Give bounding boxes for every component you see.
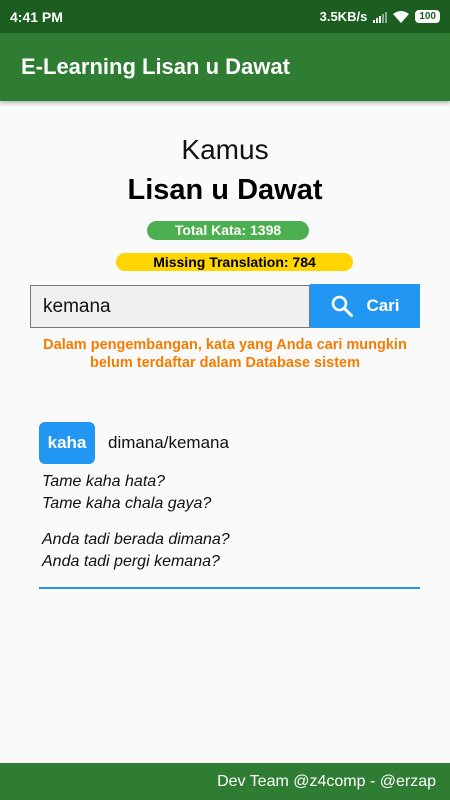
wifi-icon (393, 10, 410, 23)
signal-icon (373, 11, 388, 23)
status-indicators: 3.5KB/s 100 (320, 9, 440, 24)
search-input[interactable] (30, 285, 310, 328)
search-button-label: Cari (366, 296, 400, 315)
network-speed: 3.5KB/s (319, 9, 368, 24)
app-title: E-Learning Lisan u Dawat (21, 54, 290, 79)
battery-icon: 100 (415, 10, 440, 23)
translation-example: Anda tadi pergi kemana? (42, 553, 220, 570)
word-chip: kaha (39, 422, 95, 464)
app-bar: E-Learning Lisan u Dawat (0, 33, 450, 101)
translation-example: Anda tadi berada dimana? (42, 531, 230, 548)
footer-credits: Dev Team @z4comp - @erzap (217, 772, 436, 790)
source-example: Tame kaha hata? (42, 473, 166, 490)
status-bar: 4:41 PM 3.5KB/s 100 (0, 0, 450, 33)
word-meaning: dimana/kemana (108, 433, 229, 452)
total-words-badge: Total Kata: 1398 (147, 221, 309, 240)
development-notice: Dalam pengembangan, kata yang Anda cari … (43, 337, 407, 371)
footer: Dev Team @z4comp - @erzap (0, 763, 450, 800)
search-button[interactable]: Cari (310, 284, 420, 328)
search-icon (332, 295, 354, 317)
page-title: Lisan u Dawat (127, 174, 323, 206)
status-time: 4:41 PM (10, 8, 63, 25)
result-card[interactable]: kaha dimana/kemana Tame kaha hata? Tame … (39, 422, 420, 589)
translation-examples: Anda tadi berada dimana? Anda tadi pergi… (42, 529, 230, 573)
page-subtitle: Kamus (181, 134, 269, 165)
source-example: Tame kaha chala gaya? (42, 495, 212, 512)
missing-translation-badge: Missing Translation: 784 (116, 253, 353, 271)
source-examples: Tame kaha hata? Tame kaha chala gaya? (42, 471, 211, 515)
